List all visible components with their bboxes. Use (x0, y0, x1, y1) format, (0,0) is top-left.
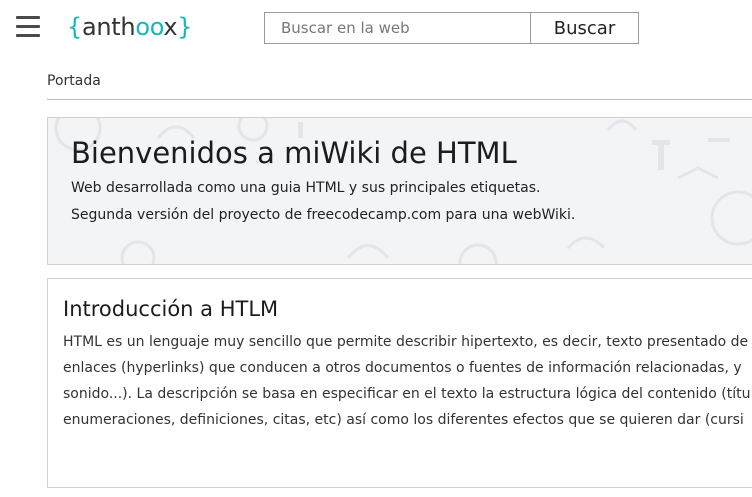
section-paragraph-line: enlaces (hyperlinks) que conducen a otro… (63, 360, 742, 376)
breadcrumb[interactable]: Portada (47, 73, 101, 89)
section-paragraph-line: sonido...). La descripción se basa en es… (63, 386, 751, 402)
logo-text-start: anth (81, 13, 136, 41)
site-logo[interactable]: {anthoox} (67, 13, 193, 41)
hero-description-line: Web desarrollada como una guia HTML y su… (71, 180, 541, 196)
hero-description-line: Segunda versión del proyecto de freecode… (71, 207, 576, 223)
section-title: Introducción a HTLM (63, 297, 279, 321)
hero-title: Bienvenidos a miWiki de HTML (71, 136, 517, 170)
logo-text-accent: oo (135, 13, 164, 41)
search-button[interactable]: Buscar (530, 12, 639, 44)
logo-open-brace: { (67, 13, 82, 41)
logo-text-end: x (163, 13, 178, 41)
search-input[interactable] (264, 12, 531, 44)
intro-section: Introducción a HTLM HTML es un lenguaje … (47, 278, 752, 488)
hero-banner: Bienvenidos a miWiki de HTML Web desarro… (47, 117, 752, 265)
section-paragraph-line: HTML es un lenguaje muy sencillo que per… (63, 334, 749, 350)
hamburger-menu-icon[interactable] (16, 16, 40, 38)
breadcrumb-divider (47, 99, 752, 100)
logo-close-brace: } (177, 13, 193, 41)
section-paragraph-line: enumeraciones, definiciones, citas, etc)… (63, 412, 744, 428)
